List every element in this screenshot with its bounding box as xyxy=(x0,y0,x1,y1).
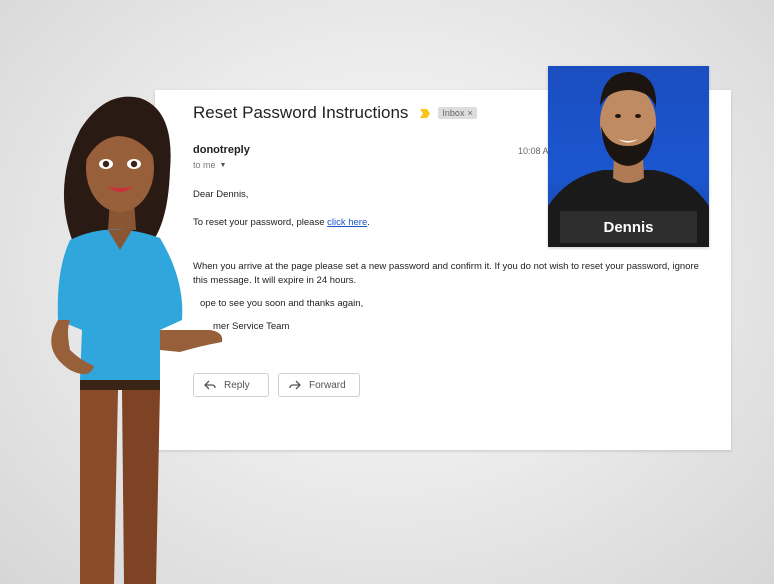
forward-button[interactable]: Forward xyxy=(278,373,360,397)
reset-password-link[interactable]: click here xyxy=(327,217,367,228)
email-closing: ope to see you soon and thanks again, xyxy=(200,298,364,309)
email-timestamp: 10:08 A xyxy=(518,146,549,156)
instructions-paragraph: When you arrive at the page please set a… xyxy=(193,261,699,286)
subject-row: Reset Password Instructions Inbox × xyxy=(193,103,477,123)
forward-label: Forward xyxy=(309,379,346,391)
forward-arrow-icon xyxy=(289,380,301,390)
contact-photo-card: Dennis xyxy=(548,66,709,247)
inbox-label-chip[interactable]: Inbox × xyxy=(438,107,477,119)
presenter-illustration xyxy=(51,96,223,584)
importance-marker-icon[interactable] xyxy=(420,108,431,118)
reset-line-suffix: . xyxy=(367,217,370,228)
remove-label-icon[interactable]: × xyxy=(467,108,472,118)
email-signature: mer Service Team xyxy=(213,321,290,332)
contact-name-label: Dennis xyxy=(560,211,697,243)
inbox-label-text: Inbox xyxy=(442,108,465,118)
